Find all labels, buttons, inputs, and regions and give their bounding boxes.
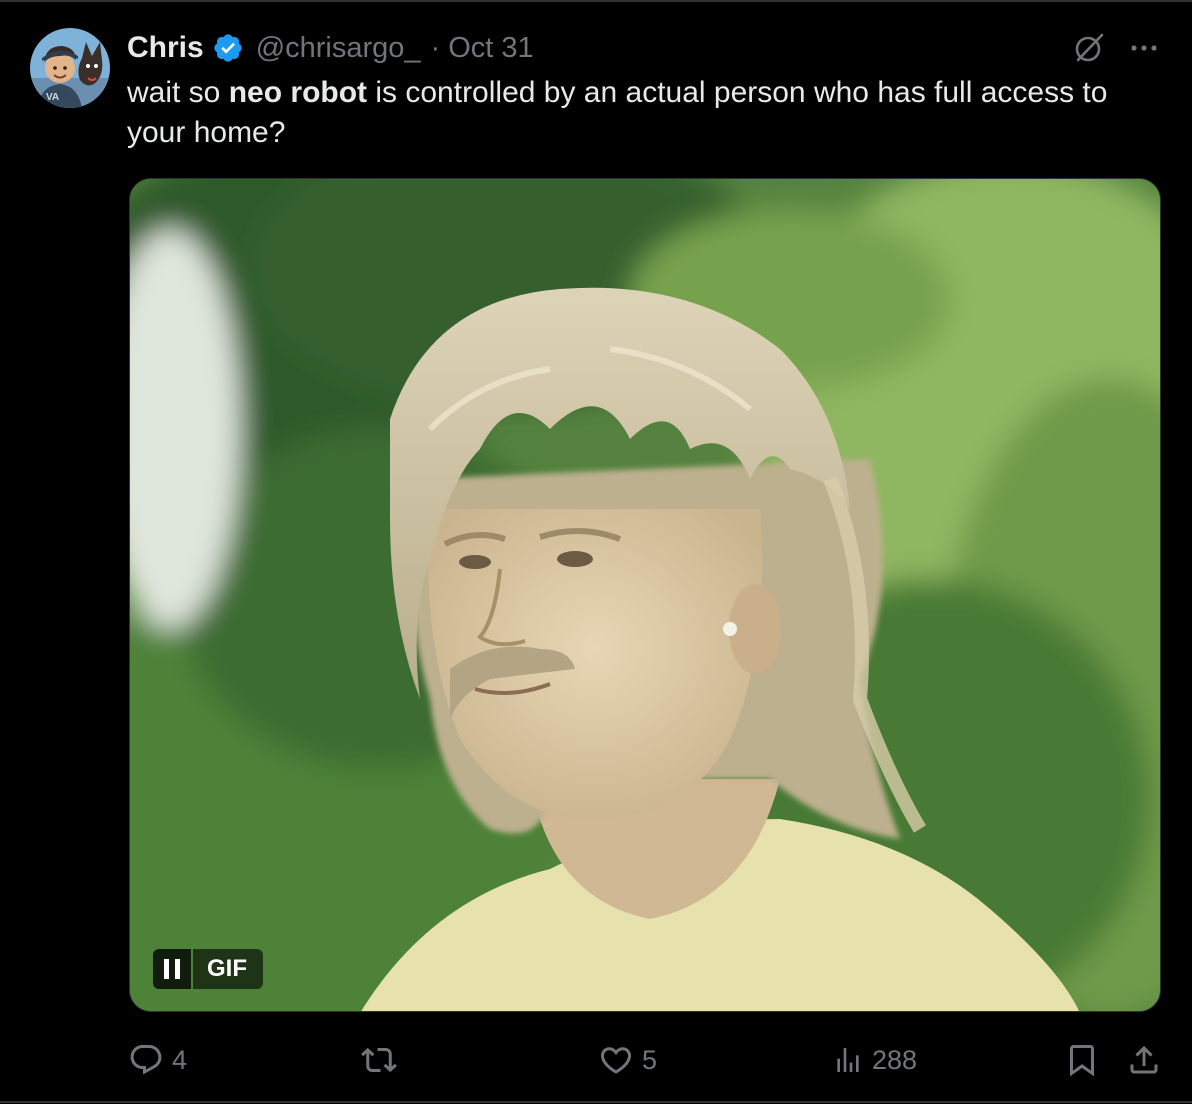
tweet-text-bold-part: neo robot	[228, 76, 368, 109]
top-divider	[0, 0, 1192, 2]
tweet-text: wait so neo robot is controlled by an ac…	[127, 73, 1167, 153]
views-icon	[832, 1042, 864, 1078]
bookmark-button[interactable]	[1064, 1036, 1100, 1084]
tweet-actions: 4 5 288	[0, 1036, 1192, 1084]
share-button[interactable]	[1126, 1036, 1162, 1084]
svg-text:VA: VA	[46, 92, 59, 103]
author-handle[interactable]: @chrisargo_	[256, 28, 421, 68]
tweet-media-gif[interactable]: GIF	[129, 178, 1161, 1012]
pause-icon[interactable]	[153, 949, 191, 989]
tweet-date[interactable]: Oct 31	[448, 28, 533, 68]
bookmark-icon	[1064, 1042, 1100, 1078]
retweet-icon	[359, 1042, 399, 1078]
reply-count: 4	[172, 1044, 188, 1075]
reply-icon	[128, 1042, 164, 1078]
more-icon[interactable]	[1128, 32, 1160, 64]
gif-badge[interactable]: GIF	[153, 949, 263, 989]
bottom-divider	[0, 1101, 1192, 1103]
heart-icon	[598, 1042, 634, 1078]
tweet-header: Chris @chrisargo_ · Oct 31	[127, 28, 534, 68]
like-count: 5	[642, 1044, 658, 1075]
like-button[interactable]: 5	[598, 1036, 657, 1084]
views-count: 288	[872, 1044, 918, 1075]
grok-icon[interactable]	[1072, 30, 1108, 66]
gif-frame-image	[130, 179, 1160, 1011]
verified-badge-icon	[212, 32, 244, 64]
author-name[interactable]: Chris	[127, 28, 204, 68]
separator-dot: ·	[430, 32, 441, 64]
views-button[interactable]: 288	[832, 1036, 917, 1084]
tweet-text-part: wait so	[127, 76, 229, 109]
share-icon	[1126, 1042, 1162, 1078]
gif-label: GIF	[193, 949, 263, 989]
reply-button[interactable]: 4	[128, 1036, 187, 1084]
author-avatar[interactable]: VA	[30, 28, 110, 108]
retweet-button[interactable]	[359, 1036, 407, 1084]
